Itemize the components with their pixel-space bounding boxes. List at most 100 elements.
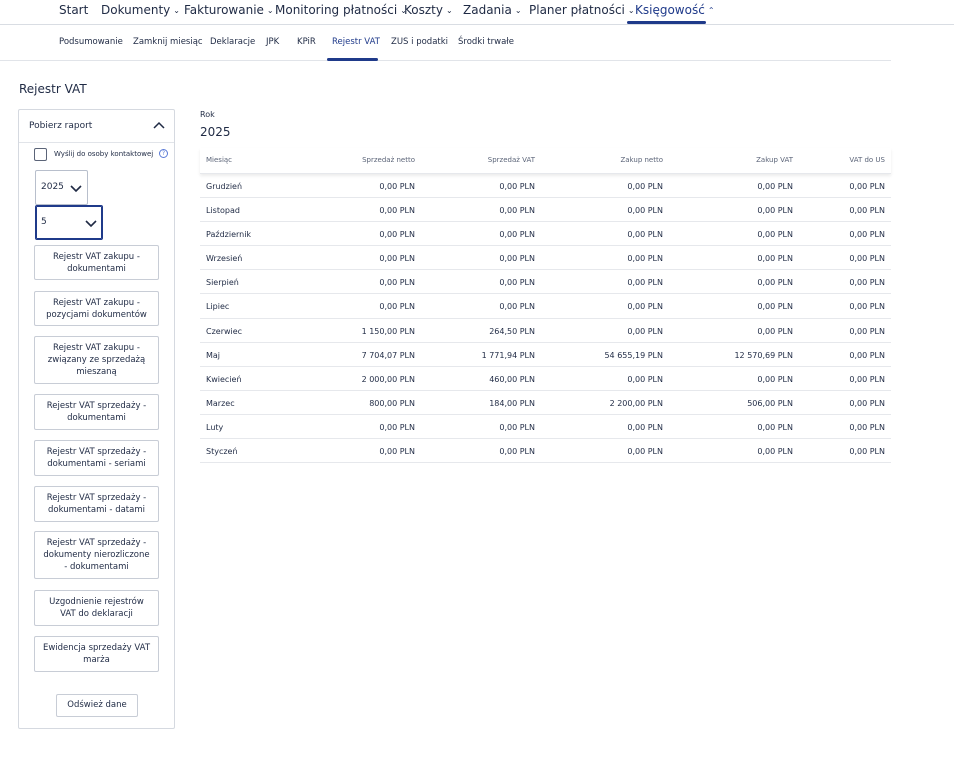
cell-month: Czerwiec [206,326,243,336]
cell-purchase-net: 0,00 PLN [627,302,663,312]
tab-zamknij-miesiac[interactable]: Zamknij miesiąc [133,37,203,47]
cell-vat-to-us: 0,00 PLN [849,230,885,240]
cell-purchase-net: 0,00 PLN [627,254,663,264]
cell-purchase-vat: 0,00 PLN [757,302,793,312]
cell-sales-vat: 0,00 PLN [499,278,535,288]
cell-sales-net: 1 150,00 PLN [361,326,415,336]
cell-sales-vat: 0,00 PLN [499,230,535,240]
cell-vat-to-us: 0,00 PLN [849,302,885,312]
nav-planer-platnosci[interactable]: Planer płatności ⌄ [529,2,635,26]
vat-register-table: Miesiąc Sprzedaż netto Sprzedaż VAT Zaku… [200,148,891,464]
tab-jpk[interactable]: JPK [266,37,279,47]
cell-purchase-net: 0,00 PLN [627,230,663,240]
rejestr-sprzedazy-seriami-button[interactable]: Rejestr VAT sprzedaży - dokumentami - se… [34,440,159,476]
cell-vat-to-us: 0,00 PLN [849,182,885,191]
cell-sales-net: 7 704,07 PLN [361,350,415,360]
uzgodnienie-rejestrow-button[interactable]: Uzgodnienie rejestrów VAT do deklaracji [34,590,159,626]
cell-sales-vat: 0,00 PLN [499,182,535,191]
cell-sales-vat: 264,50 PLN [489,326,535,336]
rejestr-zakupu-pozycjami-button[interactable]: Rejestr VAT zakupu - pozycjami dokumentó… [34,291,159,326]
nav-zadania-label: Zadania [463,3,512,17]
tab-srodki-trwale[interactable]: Środki trwałe [458,37,514,47]
chevron-down-icon [85,220,97,228]
tab-podsumowanie[interactable]: Podsumowanie [59,37,123,47]
rejestr-sprzedazy-nierozliczone-button[interactable]: Rejestr VAT sprzedaży - dokumenty nieroz… [34,531,159,579]
collapse-chevron-up-icon[interactable] [152,118,166,132]
cell-sales-vat: 0,00 PLN [499,254,535,264]
nav-monitoring-platnosci[interactable]: Monitoring płatności ⌄ [275,2,407,26]
table-row: Sierpień 0,00 PLN 0,00 PLN 0,00 PLN 0,00 PLN… [200,270,891,295]
column-header-vat-to-us[interactable]: VAT do US [849,156,885,164]
year-select-value: 2025 [41,182,64,192]
cell-sales-net: 0,00 PLN [379,302,415,312]
cell-sales-vat: 0,00 PLN [499,422,535,432]
cell-purchase-net: 0,00 PLN [627,447,663,457]
rejestr-sprzedazy-datami-button[interactable]: Rejestr VAT sprzedaży - dokumentami - da… [34,486,159,522]
rejestr-zakupu-sprzedaz-mieszana-button[interactable]: Rejestr VAT zakupu - związany ze sprzeda… [34,336,159,384]
cell-vat-to-us: 0,00 PLN [849,326,885,336]
table-row: Luty 0,00 PLN 0,00 PLN 0,00 PLN 0,00 PLN 0,00… [200,415,891,440]
cell-vat-to-us: 0,00 PLN [849,398,885,408]
refresh-button[interactable]: Odśwież dane [56,694,138,717]
nav-fakturowanie-label: Fakturowanie [184,3,264,17]
tab-kpir[interactable]: KPiR [297,37,316,47]
top-navigation: Start Dokumenty ⌄ Fakturowanie ⌄ Monitorin… [0,0,954,25]
cell-purchase-vat: 0,00 PLN [757,254,793,264]
tab-deklaracje[interactable]: Deklaracje [210,37,255,47]
column-header-month[interactable]: Miesiąc [206,156,232,164]
cell-vat-to-us: 0,00 PLN [849,422,885,432]
cell-sales-vat: 460,00 PLN [489,374,535,384]
rejestr-zakupu-dokumentami-button[interactable]: Rejestr VAT zakupu - dokumentami [34,245,159,280]
cell-purchase-vat: 0,00 PLN [757,374,793,384]
table-row: Kwiecień 2 000,00 PLN 460,00 PLN 0,00 PLN 0,… [200,367,891,391]
nav-zadania[interactable]: Zadania ⌄ [463,2,522,26]
nav-start[interactable]: Start [59,2,88,26]
table-body: Grudzień 0,00 PLN 0,00 PLN 0,00 PLN 0,00 PLN… [200,174,891,464]
table-row: Lipiec 0,00 PLN 0,00 PLN 0,00 PLN 0,00 PLN 0,… [200,294,891,319]
year-select[interactable]: 2025 [35,170,88,205]
chevron-down-icon: ⌄ [514,6,522,15]
cell-purchase-net: 0,00 PLN [627,206,663,216]
cell-purchase-vat: 0,00 PLN [757,326,793,336]
ewidencja-marza-button[interactable]: Ewidencja sprzedaży VAT marża [34,636,159,672]
cell-purchase-net: 54 655,19 PLN [604,350,663,360]
column-header-purchase-vat[interactable]: Zakup VAT [756,156,793,164]
cell-sales-net: 2 000,00 PLN [361,374,415,384]
nav-ksiegowosc-label: Księgowość [635,3,705,17]
cell-sales-net: 0,00 PLN [379,206,415,216]
nav-koszty[interactable]: Koszty ⌄ [404,2,453,26]
send-to-contact-checkbox[interactable] [34,148,47,161]
cell-sales-vat: 1 771,94 PLN [481,350,535,360]
nav-koszty-label: Koszty [404,3,443,17]
tab-zus-i-podatki[interactable]: ZUS i podatki [391,37,448,47]
column-header-sales-vat[interactable]: Sprzedaż VAT [488,156,535,164]
help-icon[interactable]: ? [159,149,168,158]
cell-month: Luty [206,422,224,432]
column-header-sales-net[interactable]: Sprzedaż netto [362,156,415,164]
nav-planer-label: Planer płatności [529,3,625,17]
table-row: Marzec 800,00 PLN 184,00 PLN 2 200,00 PLN 50… [200,391,891,415]
cell-vat-to-us: 0,00 PLN [849,278,885,288]
cell-sales-net: 0,00 PLN [379,182,415,191]
tab-rejestr-vat[interactable]: Rejestr VAT [332,37,380,47]
month-select-value: 5 [41,217,47,227]
chevron-down-icon: ⌄ [173,6,180,15]
cell-purchase-net: 0,00 PLN [627,374,663,384]
table-row: Październik 0,00 PLN 0,00 PLN 0,00 PLN 0,00 … [200,222,891,247]
cell-month: Styczeń [206,447,238,457]
cell-purchase-net: 0,00 PLN [627,182,663,191]
column-header-purchase-net[interactable]: Zakup netto [620,156,663,164]
nav-fakturowanie[interactable]: Fakturowanie ⌄ [184,2,274,26]
nav-dokumenty[interactable]: Dokumenty ⌄ [101,2,180,26]
cell-sales-net: 0,00 PLN [379,278,415,288]
page-title: Rejestr VAT [19,82,87,96]
cell-sales-vat: 0,00 PLN [499,447,535,457]
panel-divider [19,142,174,143]
cell-month: Lipiec [206,302,230,312]
chevron-up-icon: ⌃ [707,6,715,15]
cell-month: Październik [206,230,252,240]
cell-sales-vat: 0,00 PLN [499,302,535,312]
month-select[interactable]: 5 [35,205,103,240]
cell-month: Marzec [206,398,235,408]
rejestr-sprzedazy-dokumentami-button[interactable]: Rejestr VAT sprzedaży - dokumentami [34,394,159,430]
